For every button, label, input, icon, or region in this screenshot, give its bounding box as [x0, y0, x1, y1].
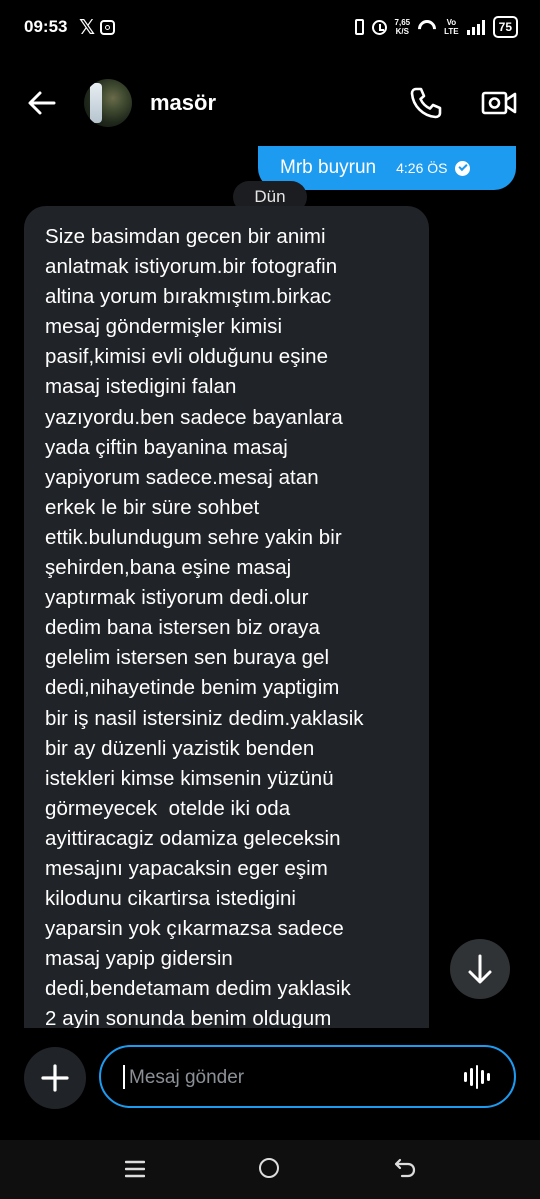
back-curve-icon: [394, 1158, 416, 1178]
video-call-icon: [481, 91, 517, 115]
network-speed-value: 7,65: [394, 18, 411, 27]
volte-top: Vo: [446, 18, 457, 27]
back-button[interactable]: [26, 87, 58, 119]
status-time: 09:53: [24, 17, 68, 36]
text-caret: [123, 1065, 125, 1089]
wifi-icon: [418, 20, 436, 34]
plus-icon: [41, 1064, 69, 1092]
sent-message-text: Mrb buyrun: [280, 157, 377, 178]
network-speed-unit: K/S: [395, 27, 409, 36]
status-bar: 09:53 𝕏 7,65 K/S Vo LTE 75: [0, 0, 540, 56]
network-speed: 7,65 K/S: [395, 18, 411, 36]
seen-check-icon: [455, 160, 471, 176]
system-nav-bar: [0, 1140, 540, 1199]
instagram-icon: [100, 20, 115, 35]
message-list[interactable]: Mrb buyrun 4:26 ÖS Dün Size basimdan gec…: [0, 146, 540, 1028]
volte-indicator: Vo LTE: [444, 18, 459, 36]
sent-message-time: 4:26 ÖS: [396, 160, 448, 176]
x-logo-icon: 𝕏: [79, 17, 96, 39]
received-message[interactable]: Size basimdan gecen bir animi anlatmak i…: [24, 206, 429, 1028]
voice-message-button[interactable]: [464, 1065, 490, 1089]
volte-bottom: LTE: [444, 27, 459, 36]
conversation-header: masör: [0, 70, 540, 136]
back-arrow-icon: [28, 91, 56, 115]
vibrate-icon: [354, 19, 364, 35]
phone-icon: [410, 87, 442, 119]
message-input-container[interactable]: [99, 1045, 516, 1108]
message-input[interactable]: [127, 1057, 431, 1099]
arrow-down-icon: [468, 954, 492, 984]
avatar[interactable]: [84, 79, 132, 127]
received-message-text: Size basimdan gecen bir animi anlatmak i…: [45, 225, 364, 1028]
add-media-button[interactable]: [24, 1047, 86, 1109]
recent-apps-button[interactable]: [124, 1159, 146, 1179]
scroll-to-bottom-button[interactable]: [450, 939, 510, 999]
voice-call-button[interactable]: [408, 85, 444, 121]
video-call-button[interactable]: [480, 85, 518, 121]
system-back-button[interactable]: [394, 1157, 416, 1179]
alarm-icon: [371, 19, 387, 35]
message-composer: [0, 1040, 540, 1120]
battery-indicator: 75: [492, 16, 518, 38]
home-button[interactable]: [259, 1158, 279, 1178]
status-indicators: 7,65 K/S Vo LTE 75: [354, 14, 518, 40]
contact-name[interactable]: masör: [150, 90, 216, 116]
signal-icon: [466, 19, 485, 35]
menu-lines-icon: [124, 1160, 146, 1178]
